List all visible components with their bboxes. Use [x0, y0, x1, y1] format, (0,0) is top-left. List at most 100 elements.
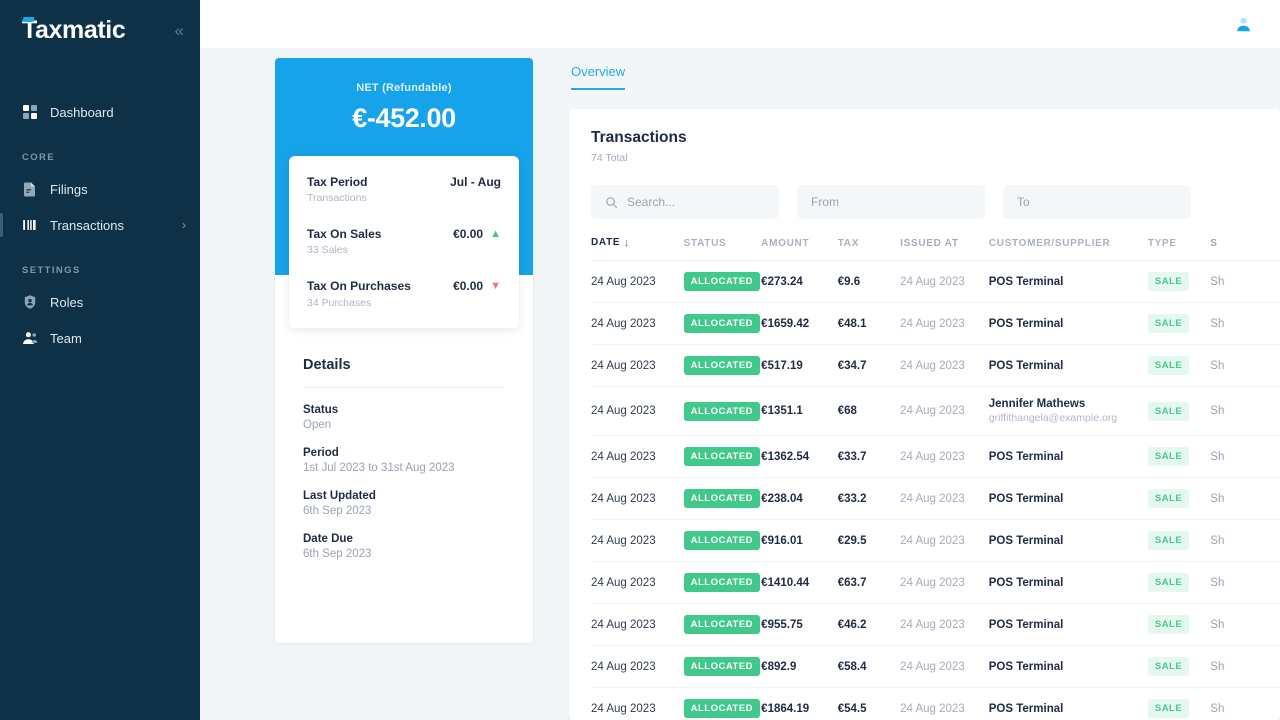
- cell-date: 24 Aug 2023: [591, 302, 684, 345]
- column-header-status[interactable]: STATUS: [683, 237, 762, 261]
- shield-icon: [22, 294, 38, 310]
- column-header-issued-at[interactable]: ISSUED AT: [900, 237, 989, 261]
- cell-type: SALE: [1147, 302, 1211, 345]
- table-row[interactable]: 24 Aug 2023 ALLOCATED €1351.1 €68 24 Aug 202…: [591, 386, 1280, 436]
- document-icon: [22, 181, 38, 197]
- status-badge: ALLOCATED: [683, 699, 761, 718]
- column-header-source[interactable]: S: [1210, 237, 1280, 261]
- search-input[interactable]: [627, 195, 765, 209]
- cell-status: ALLOCATED: [683, 344, 762, 387]
- table-row[interactable]: 24 Aug 2023 ALLOCATED €273.24 €9.6 24 Aug 20…: [591, 260, 1280, 303]
- transactions-total-count: 74 Total: [591, 152, 628, 164]
- user-avatar-icon[interactable]: [1235, 16, 1252, 33]
- table-row[interactable]: 24 Aug 2023 ALLOCATED €916.01 €29.5 24 Aug 2…: [591, 519, 1280, 562]
- cell-amount: €916.01: [761, 519, 838, 562]
- sidebar-collapse-icon[interactable]: «: [175, 22, 184, 39]
- sidebar-section-settings: SETTINGS: [22, 265, 81, 276]
- table-row[interactable]: 24 Aug 2023 ALLOCATED €517.19 €34.7 24 Aug 2…: [591, 344, 1280, 387]
- column-header-customer-supplier[interactable]: CUSTOMER/SUPPLIER: [988, 237, 1148, 261]
- search-field[interactable]: [591, 185, 779, 219]
- sidebar-brand-row: Taxmatic «: [0, 6, 200, 54]
- cell-date: 24 Aug 2023: [591, 386, 684, 436]
- table-row[interactable]: 24 Aug 2023 ALLOCATED €1362.54 €33.7 24 Aug …: [591, 435, 1280, 478]
- cell-tax: €46.2: [837, 603, 901, 646]
- party-email: griffithangela@example.org: [988, 412, 1118, 424]
- cell-issued-at: 24 Aug 2023: [900, 344, 989, 387]
- sidebar-item-filings[interactable]: Filings: [0, 171, 200, 207]
- to-date-field[interactable]: [1003, 185, 1191, 219]
- detail-row-status: Status Open: [303, 404, 505, 431]
- table-row[interactable]: 24 Aug 2023 ALLOCATED €892.9 €58.4 24 Aug 20…: [591, 645, 1280, 688]
- type-badge: SALE: [1147, 356, 1190, 375]
- party-name: POS Terminal: [988, 492, 1064, 505]
- sidebar-nav: Dashboard CORE Filings Transactions › SE…: [0, 94, 200, 356]
- party-name: POS Terminal: [988, 618, 1064, 631]
- cell-status: ALLOCATED: [683, 260, 762, 303]
- type-badge: SALE: [1147, 314, 1190, 333]
- chevron-right-icon: ›: [182, 218, 186, 232]
- status-badge: ALLOCATED: [683, 489, 761, 508]
- cell-status: ALLOCATED: [683, 561, 762, 604]
- column-header-type[interactable]: TYPE: [1147, 237, 1211, 261]
- table-row[interactable]: 24 Aug 2023 ALLOCATED €1864.19 €54.5 24 Aug …: [591, 687, 1280, 720]
- cell-type: SALE: [1147, 260, 1211, 303]
- status-badge: ALLOCATED: [683, 615, 761, 634]
- status-badge: ALLOCATED: [683, 314, 761, 333]
- transactions-table: DATE ↓ STATUS AMOUNT TAX ISSUED AT CUSTO…: [591, 237, 1280, 720]
- cell-date: 24 Aug 2023: [591, 435, 684, 478]
- cell-issued-at: 24 Aug 2023: [900, 435, 989, 478]
- summary-column: NET (Refundable) €-452.00 Tax Period Tra…: [275, 58, 533, 720]
- cell-amount: €273.24: [761, 260, 838, 303]
- column-header-date[interactable]: DATE ↓: [591, 237, 684, 261]
- tab-overview[interactable]: Overview: [571, 58, 626, 90]
- type-badge: SALE: [1147, 615, 1190, 634]
- cell-issued-at: 24 Aug 2023: [900, 645, 989, 688]
- table-head: DATE ↓ STATUS AMOUNT TAX ISSUED AT CUSTO…: [591, 237, 1280, 261]
- cell-issued-at: 24 Aug 2023: [900, 386, 989, 436]
- column-label: DATE: [591, 237, 621, 248]
- table-row[interactable]: 24 Aug 2023 ALLOCATED €955.75 €46.2 24 Aug 2…: [591, 603, 1280, 646]
- cell-source: Sh: [1210, 561, 1280, 604]
- column-header-tax[interactable]: TAX: [837, 237, 901, 261]
- table-row[interactable]: 24 Aug 2023 ALLOCATED €238.04 €33.2 24 Aug 2…: [591, 477, 1280, 520]
- summary-row-value: €0.00: [453, 279, 484, 294]
- cell-type: SALE: [1147, 561, 1211, 604]
- cell-status: ALLOCATED: [683, 645, 762, 688]
- cell-issued-at: 24 Aug 2023: [900, 687, 989, 720]
- transactions-card: Transactions 74 Total Search... From To …: [569, 109, 1280, 720]
- from-date-field[interactable]: [797, 185, 985, 219]
- table-header-row: DATE ↓ STATUS AMOUNT TAX ISSUED AT CUSTO…: [591, 237, 1280, 261]
- cell-customer-supplier: POS Terminal: [988, 603, 1148, 646]
- detail-value: Open: [303, 419, 332, 431]
- grid-icon: [22, 104, 38, 120]
- sidebar-item-dashboard[interactable]: Dashboard: [0, 94, 200, 130]
- sidebar-item-team[interactable]: Team: [0, 320, 200, 356]
- from-date-input[interactable]: [811, 195, 971, 209]
- cell-amount: €1362.54: [761, 435, 838, 478]
- detail-row-date-due: Date Due 6th Sep 2023: [303, 533, 505, 560]
- column-header-amount[interactable]: AMOUNT: [761, 237, 838, 261]
- sidebar-item-roles[interactable]: Roles: [0, 284, 200, 320]
- type-badge: SALE: [1147, 489, 1190, 508]
- party-name: POS Terminal: [988, 660, 1064, 673]
- cell-amount: €1410.44: [761, 561, 838, 604]
- to-date-input[interactable]: [1017, 195, 1177, 209]
- party-name: POS Terminal: [988, 534, 1064, 547]
- table-row[interactable]: 24 Aug 2023 ALLOCATED €1410.44 €63.7 24 Aug …: [591, 561, 1280, 604]
- cell-type: SALE: [1147, 603, 1211, 646]
- details-title: Details: [303, 357, 351, 373]
- sidebar-item-transactions[interactable]: Transactions ›: [0, 207, 200, 243]
- cell-tax: €68: [837, 386, 901, 436]
- cell-amount: €238.04: [761, 477, 838, 520]
- filter-bar: [591, 185, 1280, 219]
- table-row[interactable]: 24 Aug 2023 ALLOCATED €1659.42 €48.1 24 Aug …: [591, 302, 1280, 345]
- status-badge: ALLOCATED: [683, 447, 761, 466]
- detail-label: Status: [303, 404, 339, 416]
- summary-row-tax-period: Tax Period Transactions Jul - Aug: [307, 174, 501, 204]
- cell-amount: €955.75: [761, 603, 838, 646]
- cell-tax: €33.2: [837, 477, 901, 520]
- detail-value: 6th Sep 2023: [303, 548, 372, 560]
- summary-row-sublabel: Transactions: [307, 192, 367, 205]
- party-name: Jennifer Mathews: [988, 398, 1086, 410]
- transactions-table-wrapper: DATE ↓ STATUS AMOUNT TAX ISSUED AT CUSTO…: [591, 237, 1280, 720]
